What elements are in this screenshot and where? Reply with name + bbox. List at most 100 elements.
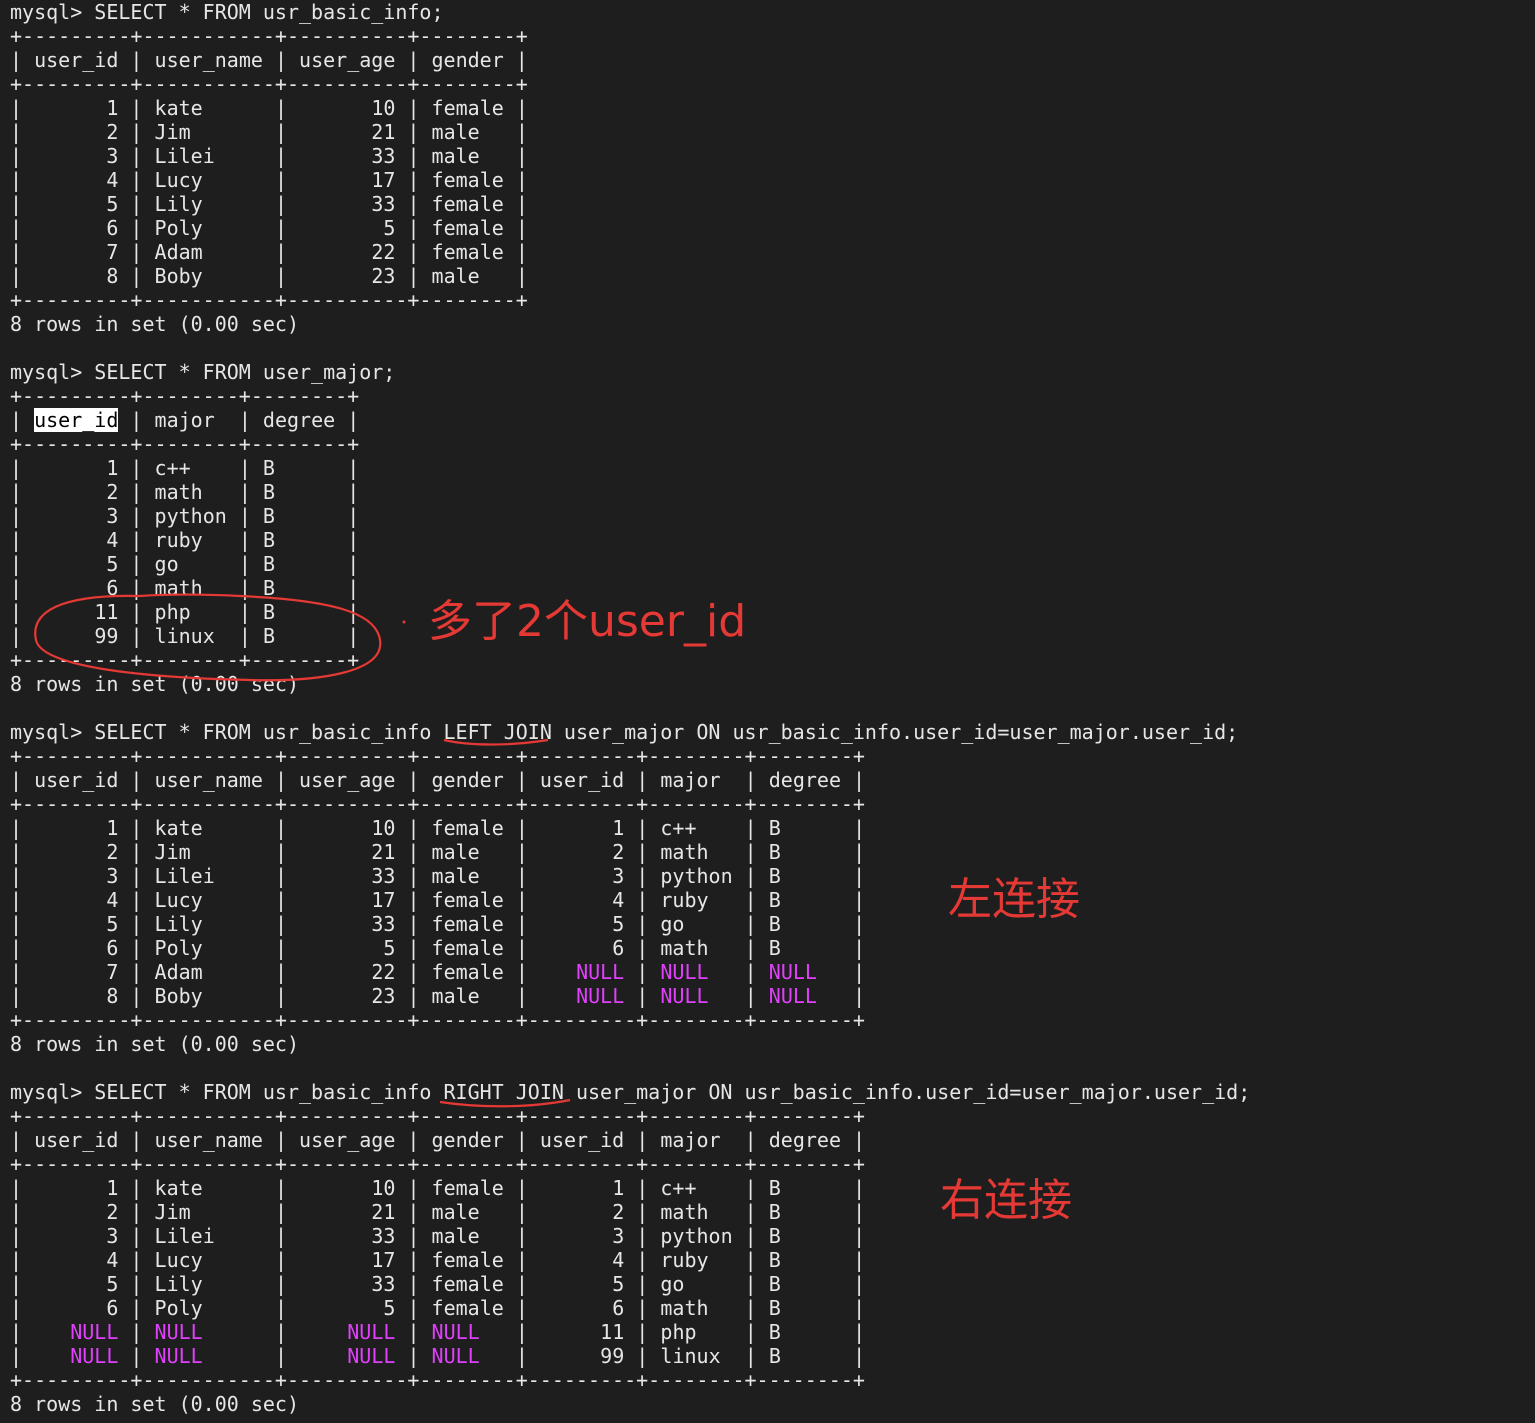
column-header: gender: [431, 768, 504, 792]
null-value: NULL: [768, 960, 817, 984]
table-cell: B: [768, 1296, 781, 1320]
table-cell: B: [768, 912, 781, 936]
table-cell: 17: [371, 888, 396, 912]
null-value: NULL: [660, 984, 709, 1008]
table-cell: Boby: [154, 264, 203, 288]
table-cell: Boby: [154, 984, 203, 1008]
table-cell: 1: [106, 96, 119, 120]
table-cell: php: [660, 1320, 697, 1344]
table-cell: 2: [106, 840, 119, 864]
column-header: major: [660, 768, 721, 792]
null-value: NULL: [431, 1320, 480, 1344]
null-value: NULL: [576, 960, 625, 984]
null-value: NULL: [768, 984, 817, 1008]
table-cell: 3: [106, 864, 119, 888]
table-cell: male: [431, 120, 480, 144]
sql-command: SELECT * FROM usr_basic_info;: [94, 0, 444, 24]
table-cell: 1: [612, 816, 625, 840]
table-cell: 99: [600, 1344, 625, 1368]
table-cell: 4: [106, 1248, 119, 1272]
column-header: user_id: [34, 1128, 119, 1152]
table-cell: linux: [660, 1344, 721, 1368]
table-cell: female: [431, 240, 504, 264]
table-cell: B: [262, 552, 275, 576]
table-cell: math: [154, 480, 203, 504]
table-cell: 17: [371, 168, 396, 192]
table-cell: python: [660, 1224, 733, 1248]
result-footer: 8 rows in set (0.00 sec): [10, 1032, 299, 1056]
table-cell: 7: [106, 960, 119, 984]
table-cell: B: [768, 888, 781, 912]
table-cell: 4: [612, 1248, 625, 1272]
table-cell: 33: [371, 864, 396, 888]
table-cell: Poly: [154, 1296, 203, 1320]
mysql-prompt: mysql>: [10, 0, 95, 24]
column-header: gender: [431, 1128, 504, 1152]
result-footer: 8 rows in set (0.00 sec): [10, 1392, 299, 1416]
table-cell: 5: [383, 216, 396, 240]
column-header: user_name: [154, 1128, 263, 1152]
table-cell: female: [431, 888, 504, 912]
table-cell: Lucy: [154, 888, 203, 912]
table-cell: 33: [371, 912, 396, 936]
annotation-right-join: 右连接: [940, 1175, 1072, 1226]
table-cell: 2: [612, 840, 625, 864]
table-cell: B: [768, 936, 781, 960]
column-header: user_age: [299, 1128, 396, 1152]
table-cell: 6: [106, 216, 119, 240]
column-header: user_id: [539, 768, 625, 792]
null-value: NULL: [70, 1344, 119, 1368]
sql-command: SELECT * FROM usr_basic_info LEFT JOIN u…: [94, 720, 1239, 744]
table-cell: female: [431, 960, 504, 984]
table-cell: 21: [371, 840, 396, 864]
table-cell: 6: [106, 576, 119, 600]
table-cell: female: [431, 1296, 504, 1320]
mysql-prompt: mysql>: [10, 720, 95, 744]
table-cell: 2: [612, 1200, 625, 1224]
column-header: degree: [262, 408, 336, 432]
table-cell: math: [660, 1296, 709, 1320]
table-cell: 6: [106, 1296, 119, 1320]
table-cell: B: [262, 456, 275, 480]
table-cell: B: [768, 1200, 781, 1224]
table-cell: female: [431, 192, 504, 216]
table-cell: 4: [106, 888, 119, 912]
column-header: user_id: [34, 768, 119, 792]
table-cell: B: [262, 504, 275, 528]
table-cell: 10: [371, 1176, 396, 1200]
table-cell: B: [768, 1272, 781, 1296]
column-header: user_id: [539, 1128, 625, 1152]
table-cell: 33: [371, 1272, 396, 1296]
table-cell: kate: [154, 96, 203, 120]
table-cell: female: [431, 1248, 504, 1272]
table-cell: ruby: [154, 528, 203, 552]
table-cell: B: [768, 1320, 781, 1344]
table-cell: math: [660, 1200, 709, 1224]
result-footer: 8 rows in set (0.00 sec): [10, 672, 299, 696]
table-cell: female: [431, 1272, 504, 1296]
table-cell: go: [660, 912, 685, 936]
table-cell: B: [768, 1248, 781, 1272]
table-cell: 1: [106, 1176, 119, 1200]
table-cell: 1: [106, 456, 119, 480]
table-cell: 11: [94, 600, 119, 624]
table-cell: ruby: [660, 1248, 709, 1272]
table-cell: Lilei: [154, 1224, 215, 1248]
table-cell: B: [262, 624, 275, 648]
table-cell: male: [431, 1200, 480, 1224]
table-cell: male: [431, 264, 480, 288]
table-cell: female: [431, 912, 504, 936]
table-cell: 21: [371, 120, 396, 144]
table-cell: 7: [106, 240, 119, 264]
table-cell: 22: [371, 240, 396, 264]
table-cell: 23: [371, 264, 396, 288]
table-cell: B: [262, 528, 275, 552]
annotation-extra-ids: 多了2个user_id: [428, 596, 747, 647]
annotation-left-join: 左连接: [948, 874, 1080, 925]
result-footer: 8 rows in set (0.00 sec): [10, 312, 299, 336]
table-cell: B: [768, 1224, 781, 1248]
table-cell: 33: [371, 1224, 396, 1248]
table-cell: 3: [106, 144, 119, 168]
table-cell: male: [431, 864, 480, 888]
table-cell: c++: [154, 456, 191, 480]
